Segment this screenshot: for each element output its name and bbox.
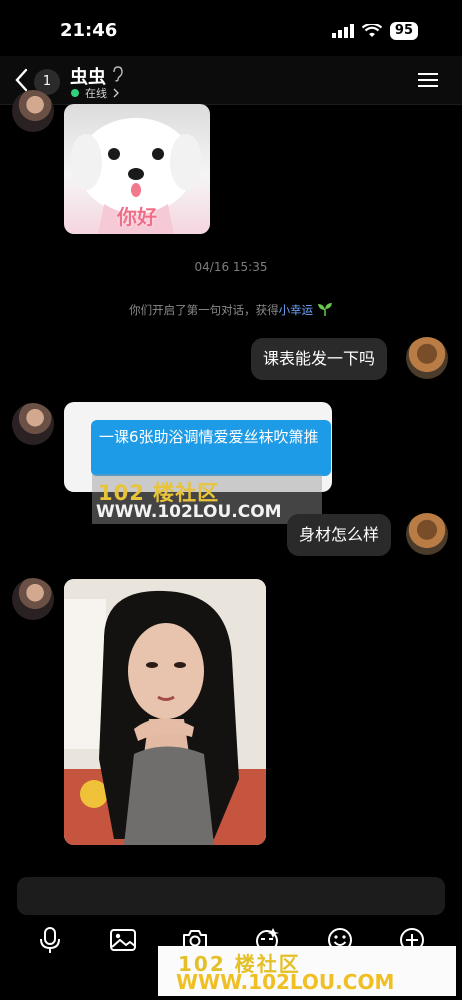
my-avatar[interactable] <box>406 337 448 379</box>
chat-header: 1 虫虫 在线 <box>0 56 462 105</box>
status-time: 21:46 <box>60 20 118 41</box>
contact-avatar[interactable] <box>12 578 54 620</box>
sprout-icon <box>317 303 332 316</box>
message-timestamp: 04/16 15:35 <box>194 260 268 274</box>
watermark: 102 楼社区 WWW.102LOU.COM <box>92 474 322 524</box>
sticker-caption: 你好 <box>117 205 157 229</box>
system-notice: 你们开启了第一句对话，获得小幸运 <box>0 302 462 318</box>
contact-avatar[interactable] <box>12 90 54 132</box>
image-icon[interactable] <box>108 925 138 955</box>
ear-icon <box>113 66 123 82</box>
my-avatar[interactable] <box>406 513 448 555</box>
sent-message-bubble[interactable]: 课表能发一下吗 <box>251 338 388 380</box>
message-input[interactable] <box>17 877 445 915</box>
contact-avatar[interactable] <box>12 403 54 445</box>
lucky-link[interactable]: 小幸运 <box>279 303 314 317</box>
mic-icon[interactable] <box>35 925 65 955</box>
online-status[interactable]: 在线 <box>85 85 107 101</box>
watermark: 102 楼社区 WWW.102LOU.COM <box>158 946 456 996</box>
system-notice-text: 你们开启了第一句对话，获得 <box>129 303 279 317</box>
portrait-photo <box>64 579 266 845</box>
photo-message[interactable] <box>64 579 266 845</box>
menu-icon[interactable] <box>418 72 438 88</box>
watermark-url: WWW.102LOU.COM <box>176 970 395 994</box>
sticker-message[interactable]: 你好 <box>64 104 210 234</box>
chevron-right-icon <box>113 88 119 98</box>
signal-icon <box>331 24 354 38</box>
wifi-icon <box>361 24 382 37</box>
card-text: 一课6张助浴调情爱爱丝袜吹箫推 <box>91 420 331 476</box>
back-icon[interactable] <box>14 68 28 92</box>
status-icons: 95 <box>331 22 418 40</box>
sent-message-bubble[interactable]: 身材怎么样 <box>287 514 392 556</box>
battery-indicator: 95 <box>389 22 418 40</box>
online-dot <box>71 89 79 97</box>
watermark-url: WWW.102LOU.COM <box>96 502 282 522</box>
